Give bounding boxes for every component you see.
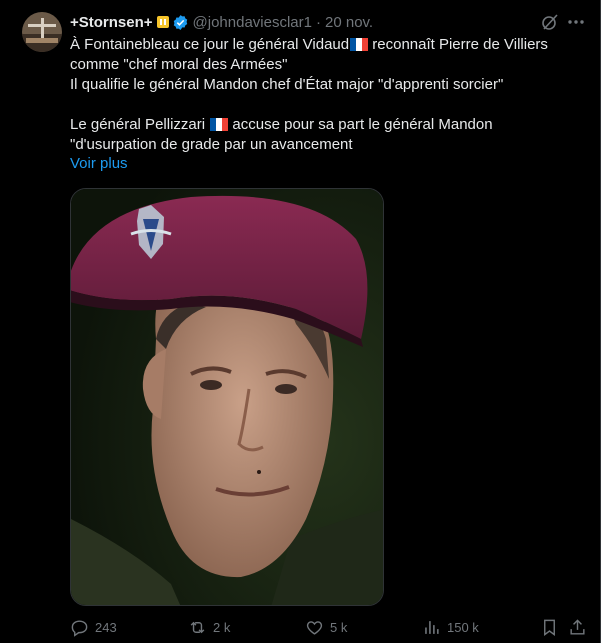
french-flag-icon <box>350 37 369 51</box>
reply-button[interactable]: 243 <box>70 618 117 637</box>
repost-icon <box>190 621 205 634</box>
affiliate-badge-icon <box>156 15 169 29</box>
repost-count: 2 k <box>213 620 231 635</box>
post-text: À Fontainebleau ce jour le général Vidau… <box>70 35 590 155</box>
like-button[interactable]: 5 k <box>305 618 347 637</box>
views-icon <box>425 621 439 634</box>
tweet-header: +Stornsen+ @johndaviesclar1 · 20 nov. <box>70 11 600 33</box>
post-line-4b: accuse pour sa part le général Mandon <box>228 116 493 133</box>
show-more-link[interactable]: Voir plus <box>70 155 128 172</box>
action-bar: 243 2 k 5 k 150 k <box>70 618 590 638</box>
post-date[interactable]: 20 nov. <box>325 14 373 31</box>
verified-icon[interactable] <box>172 14 189 31</box>
reply-count: 243 <box>95 620 117 635</box>
bookmark-icon <box>544 619 555 637</box>
share-button[interactable] <box>568 618 593 637</box>
reply-icon <box>71 620 88 637</box>
author-name[interactable]: +Stornsen+ <box>70 14 153 31</box>
like-count: 5 k <box>330 620 348 635</box>
repost-button[interactable]: 2 k <box>188 618 230 637</box>
grok-icon[interactable] <box>540 12 560 32</box>
separator-dot: · <box>316 13 321 31</box>
avatar[interactable] <box>22 12 62 52</box>
heart-icon <box>306 621 323 635</box>
post-line-5: "d'usurpation de grade par un avancement <box>70 136 353 153</box>
post-line-2: comme "chef moral des Armées" <box>70 56 288 73</box>
views-button[interactable]: 150 k <box>422 618 479 637</box>
post-line-3: Il qualifie le général Mandon chef d'Éta… <box>70 76 504 93</box>
post-image[interactable] <box>70 188 384 606</box>
more-options-icon[interactable] <box>566 12 586 32</box>
views-count: 150 k <box>447 620 479 635</box>
french-flag-icon <box>210 117 229 131</box>
author-handle[interactable]: @johndaviesclar1 <box>193 14 312 31</box>
post-line-1b: reconnaît Pierre de Villiers <box>368 36 548 53</box>
bookmark-button[interactable] <box>540 618 565 637</box>
tweet-card[interactable]: +Stornsen+ @johndaviesclar1 · 20 nov. À … <box>0 0 601 643</box>
share-icon <box>570 619 585 635</box>
post-line-4a: Le général Pellizzari <box>70 116 210 133</box>
post-line-1a: À Fontainebleau ce jour le général Vidau… <box>70 36 350 53</box>
